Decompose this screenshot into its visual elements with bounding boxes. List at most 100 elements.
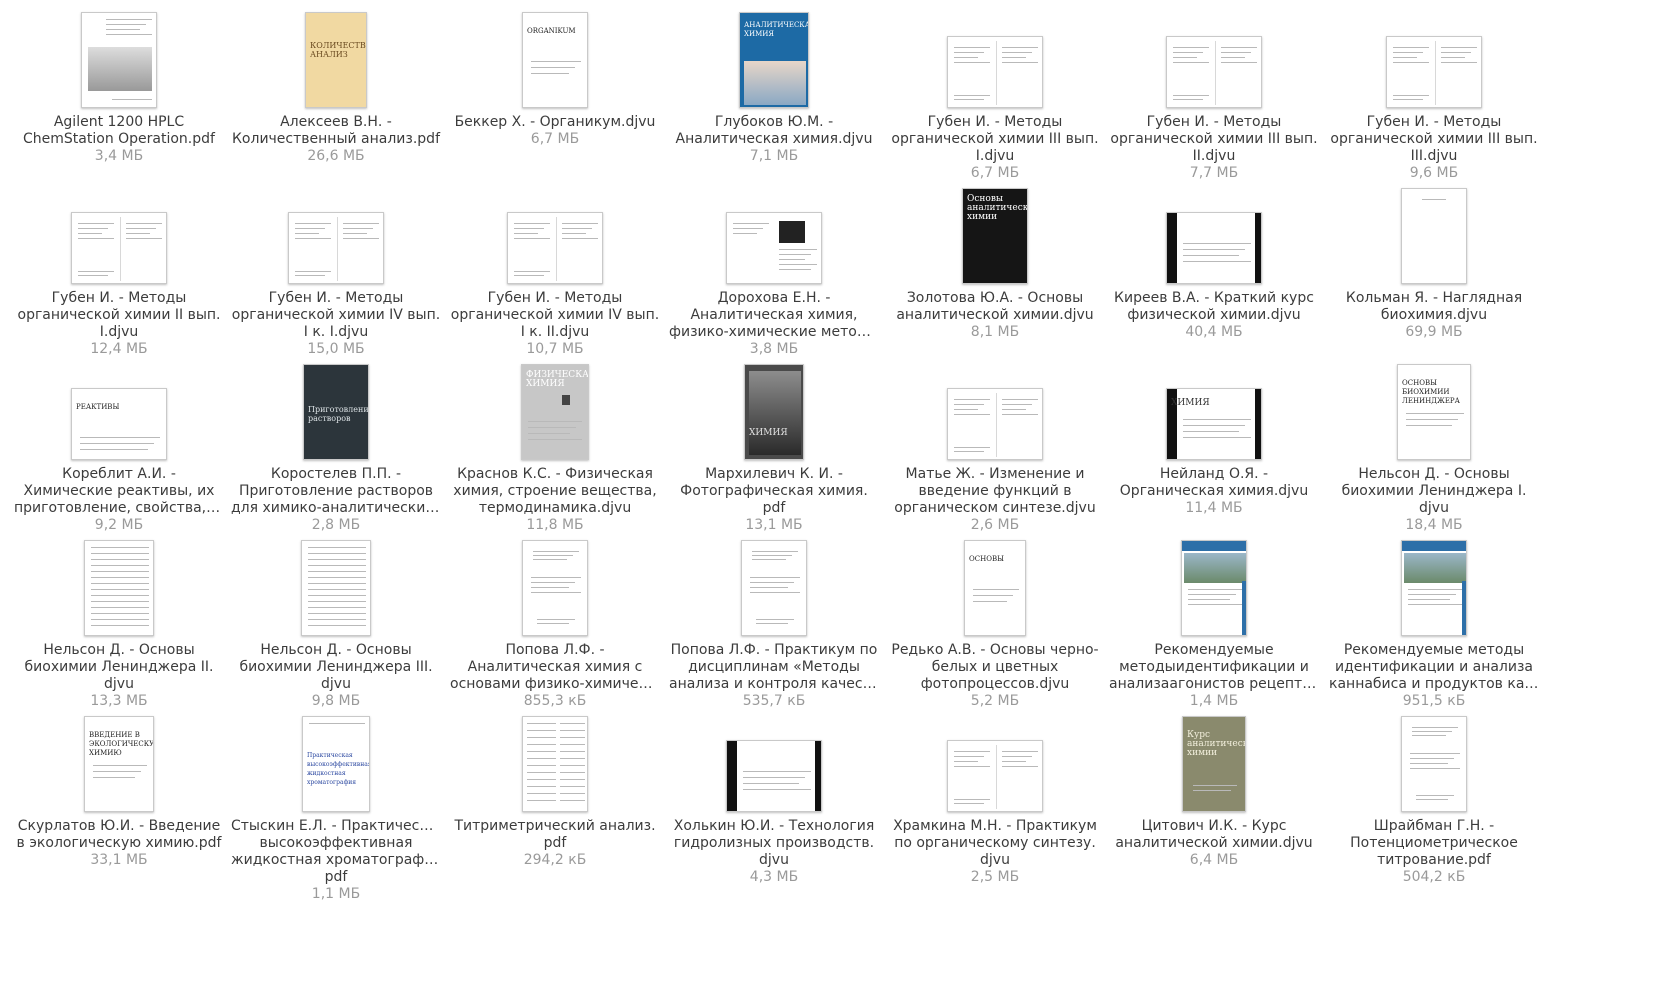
file-name-line: Кореблит А.И. - [62,466,176,482]
file-name-line: Редько А.В. - Основы черно- [891,642,1099,658]
text-line [954,404,984,405]
text-line [1173,62,1209,63]
file-name-line: органической химии III вып. [1330,131,1538,147]
file-name-line: Титриметрический анализ. [454,818,656,834]
file-name: Скурлатов Ю.И. - Введение в экологическую… [14,818,224,869]
text-line [93,771,141,772]
file-name-line: Скурлатов Ю.И. - Введение [17,818,221,834]
cover-title: ОСНОВЫ [969,555,1004,563]
cover-title: Приготовление растворов [308,405,369,423]
file-name-line: djvu [104,676,134,692]
file-size: 5,2 МБ [970,693,1020,709]
file-size: 3,8 МБ [749,341,799,357]
text-line [1002,404,1032,405]
file-name-line: биохимии Ленинджера II. [24,659,214,675]
text-line [91,565,149,566]
cover-title: Практическая высокоэффективная жидкостна… [307,752,370,786]
text-line [954,803,984,804]
text-line [1173,52,1203,53]
text-line [308,595,366,596]
text-line [954,414,990,415]
file-name-line: III.djvu [1410,148,1458,164]
text-line [308,607,366,608]
file-name-line: органическом синтезе.djvu [894,500,1096,516]
file-size: 504,2 кБ [1402,869,1466,885]
file-name-line: ChemStation Operation.pdf [23,131,215,147]
cover-block [556,217,557,281]
file-name-line: гидролизных производств. [673,835,875,851]
document-thumbnail-icon [1401,188,1467,284]
text-line [1188,589,1242,590]
text-line [560,793,585,794]
document-thumbnail-icon: Практическая высокоэффективная жидкостна… [302,716,370,812]
text-line [126,223,162,224]
cover-block [1255,213,1261,283]
file-size: 9,2 МБ [94,517,144,533]
file-name-line: каннабиса и продуктов каннабиса.pdf [1329,676,1539,692]
text-line [954,756,984,757]
text-line [537,623,569,624]
file-size: 535,7 кБ [742,693,806,709]
document-thumbnail-icon: Курс аналитической химии [1182,716,1246,812]
text-line [343,238,379,239]
document-thumbnail-icon [84,540,154,636]
cover-block [815,741,821,811]
text-line [308,613,366,614]
file-name: Губен И. - Методы органической химии III … [1329,114,1539,182]
document-thumbnail-icon [288,212,384,284]
file-name-line: Нельсон Д. - Основы [1358,466,1510,482]
document-thumbnail-icon: ХИМИЯ [744,364,804,460]
text-line [560,800,585,801]
text-line [1183,425,1245,426]
file-name-line: органической химии III вып. [1110,131,1318,147]
file-name-line: Рекомендуемые методы [1343,642,1525,658]
text-line [126,233,150,234]
file-name: Губен И. - Методы органической химии IV в… [231,290,441,358]
text-line [954,799,990,800]
text-line [1188,604,1242,605]
text-line [973,595,1013,596]
cover-title: ФИЗИЧЕСКАЯ ХИМИЯ [526,370,589,389]
file-size: 9,8 МБ [311,693,361,709]
text-line [733,223,769,224]
file-name-line: биохимии Ленинджера III. [239,659,433,675]
text-line [1393,62,1429,63]
file-name: Стыскин Е.Л. - Практическая высокоэффекти… [231,818,441,903]
text-line [954,409,978,410]
file-name-line: I к. I.djvu [303,324,369,340]
text-line [1422,199,1446,200]
file-size: 1,1 МБ [311,886,361,902]
text-line [954,52,984,53]
file-name: Нельсон Д. - Основы биохимии Ленинджера I… [14,642,224,710]
text-line [531,67,575,68]
cover-title: ХИМИЯ [749,428,788,438]
file-name-line: белых и цветных [931,659,1059,675]
document-thumbnail-icon [1166,36,1262,108]
text-line [1408,604,1462,605]
file-size: 2,8 МБ [311,517,361,533]
file-name-line: высокоэффективная [259,835,413,851]
cover-title: ВВЕДЕНИЕ В ЭКОЛОГИЧЕСКУЮ ХИМИЮ [89,731,154,757]
document-thumbnail-icon: Основы аналитической химии [962,188,1028,284]
text-line [528,427,576,428]
file-name: Нельсон Д. - Основы биохимии Ленинджера I… [1329,466,1539,534]
text-line [954,99,984,100]
file-name-line: pdf [324,869,348,885]
text-line [1441,52,1471,53]
file-name: Глубоков Ю.М. - Аналитическая химия.djvu 7… [669,114,879,165]
file-name-line: Нельсон Д. - Основы [43,642,195,658]
text-line [80,437,160,438]
text-line [531,61,581,62]
file-size: 8,1 МБ [970,324,1020,340]
text-line [733,228,763,229]
text-line [91,547,149,548]
file-size: 951,5 кБ [1402,693,1466,709]
text-line [954,95,990,96]
text-line [1441,47,1477,48]
cover-block [727,741,737,811]
cover-title: РЕАКТИВЫ [76,403,120,411]
file-name: Матье Ж. - Изменение и введение функций в… [890,466,1100,534]
text-line [954,451,984,452]
text-line [954,399,990,400]
text-line [295,228,325,229]
